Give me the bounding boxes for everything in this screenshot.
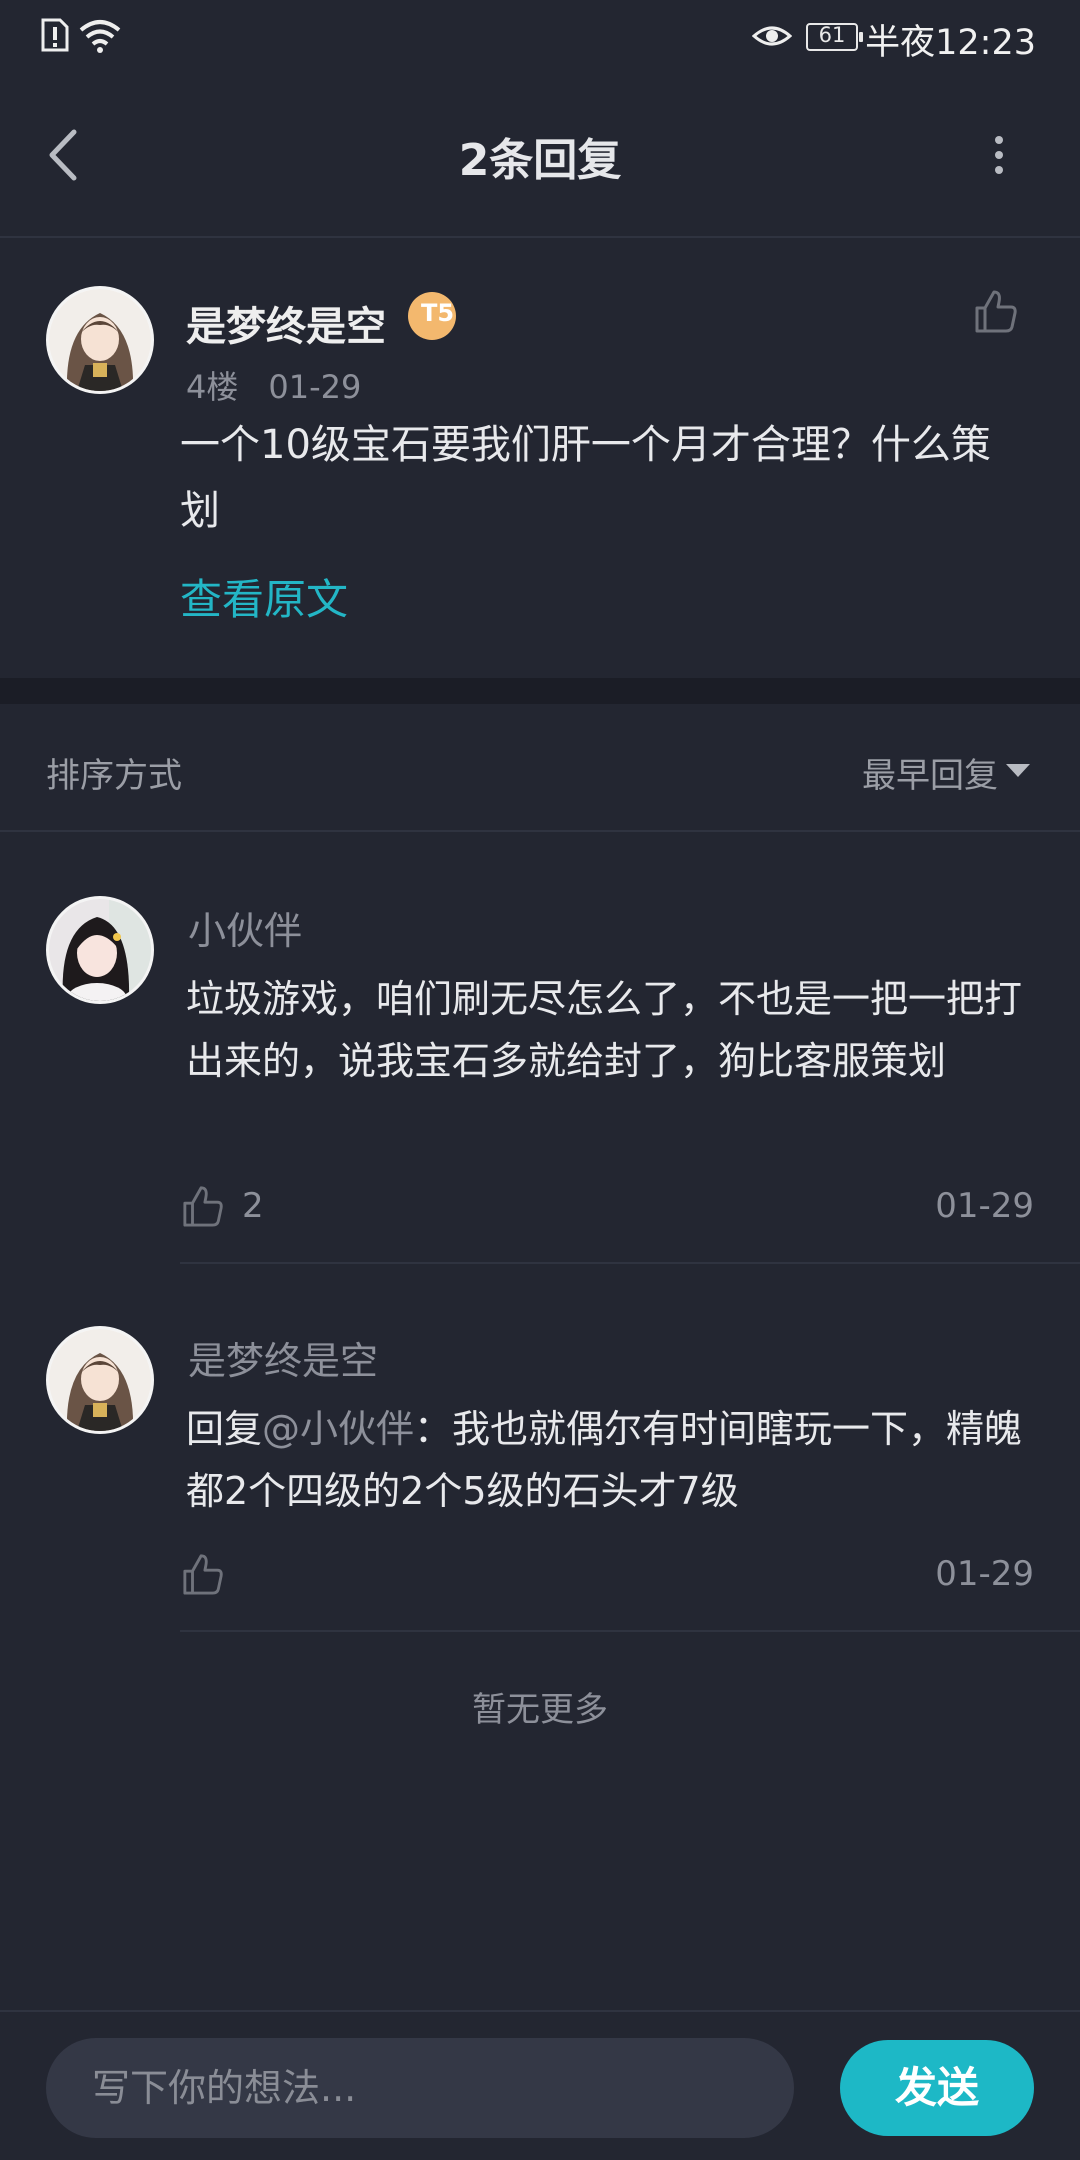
thumbs-up-icon[interactable] — [182, 1552, 224, 1596]
post-username[interactable]: 是梦终是空 — [186, 294, 386, 352]
sort-dropdown[interactable]: 最早回复 — [862, 748, 998, 797]
reply-date: 01-29 — [935, 1554, 1034, 1594]
avatar-image — [49, 899, 151, 1001]
divider — [180, 1630, 1080, 1632]
avatar-image — [49, 289, 151, 391]
post-content: 一个10级宝石要我们肝一个月才合理？什么策划 — [180, 422, 991, 534]
post-date: 01-29 — [268, 368, 362, 406]
mention-link[interactable]: @小伙伴 — [262, 1407, 414, 1451]
avatar-image — [49, 1329, 151, 1431]
like-count: 2 — [242, 1186, 264, 1226]
reply-content: 垃圾游戏，咱们刷无尽怎么了，不也是一把一把打出来的，说我宝石多就给封了，狗比客服… — [186, 977, 1023, 1083]
avatar[interactable] — [46, 896, 154, 1004]
reply-username[interactable]: 小伙伴 — [188, 900, 302, 955]
no-more-text: 暂无更多 — [472, 1690, 608, 1730]
reply-prefix: 回复 — [186, 1407, 263, 1451]
eye-comfort-icon — [752, 26, 792, 46]
divider — [180, 1262, 1080, 1264]
view-original-link[interactable]: 查看原文 — [180, 566, 348, 627]
avatar[interactable] — [46, 1326, 154, 1434]
status-time: 半夜12:23 — [865, 23, 1036, 63]
reply-username[interactable]: 是梦终是空 — [188, 1330, 378, 1385]
sort-label: 排序方式 — [46, 756, 182, 796]
sim-alert-icon — [41, 18, 69, 52]
battery-level: 61 — [818, 23, 846, 47]
reply-date: 01-29 — [935, 1186, 1034, 1226]
send-button[interactable]: 发送 — [840, 2040, 1034, 2136]
battery-icon: 61 — [806, 23, 863, 51]
comment-input[interactable] — [46, 2038, 794, 2138]
comment-composer: 发送 — [0, 2010, 1080, 2160]
floor-number: 4楼 — [186, 368, 239, 406]
thumbs-up-icon[interactable] — [974, 288, 1018, 334]
level-badge: T5 — [408, 292, 456, 340]
divider — [0, 830, 1080, 832]
thumbs-up-icon[interactable] — [182, 1184, 224, 1228]
caret-down-icon[interactable] — [1006, 764, 1030, 777]
more-options-icon[interactable] — [992, 134, 1006, 176]
status-bar: 61 半夜12:23 — [0, 0, 1080, 72]
reply-content: 回复@小伙伴：我也就偶尔有时间瞎玩一下，精魄都2个四级的2个5级的石头才7级 — [186, 1398, 1036, 1522]
page-title: 2条回复 — [458, 135, 622, 186]
section-divider — [0, 678, 1080, 704]
post-meta: 4楼 01-29 — [186, 362, 361, 408]
avatar[interactable] — [46, 286, 154, 394]
wifi-icon — [79, 20, 121, 53]
top-bar: 2条回复 — [0, 72, 1080, 238]
level-badge-text: T5 — [421, 299, 455, 327]
